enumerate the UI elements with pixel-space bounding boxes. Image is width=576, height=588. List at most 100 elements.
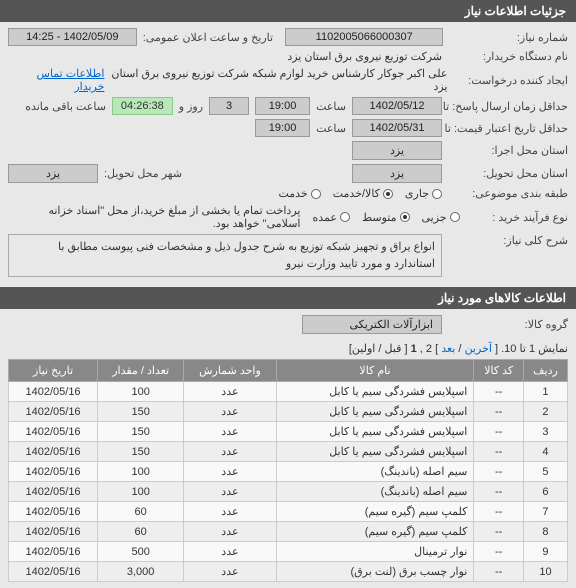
remain-label: ساعت باقی مانده xyxy=(25,100,106,113)
pager-next[interactable]: بعد xyxy=(441,343,455,355)
pub-datetime-value: 1402/05/09 - 14:25 xyxy=(8,28,137,46)
deliv-city-label: شهر محل تحویل: xyxy=(104,167,182,180)
timer: 04:26:38 xyxy=(112,97,173,115)
cell-unit: عدد xyxy=(184,542,276,562)
radio-motavaset[interactable] xyxy=(400,212,410,222)
cell-qty: 100 xyxy=(98,462,184,482)
days-left: 3 xyxy=(209,97,249,115)
cell-name: نوار ترمینال xyxy=(276,542,474,562)
budget-label: طبقه بندی موضوعی: xyxy=(448,187,568,200)
main-desc-label: شرح کلی نیاز: xyxy=(448,234,568,247)
cell-date: 1402/05/16 xyxy=(9,542,98,562)
info-content: شماره نیاز: 1102005066000307 تاریخ و ساع… xyxy=(0,22,576,287)
purchase-radios: جزیی متوسط عمده xyxy=(312,211,459,224)
pub-datetime-label: تاریخ و ساعت اعلان عمومی: xyxy=(143,31,273,44)
purchase-opt3: عمده xyxy=(312,211,336,224)
cell-i: 4 xyxy=(523,442,567,462)
deliv-state-label: استان محل تحویل: xyxy=(448,167,568,180)
table-row: 9--نوار ترمینالعدد5001402/05/16 xyxy=(9,542,568,562)
group-value: ابزارآلات الکتریکی xyxy=(302,315,442,334)
radio-jozi[interactable] xyxy=(450,212,460,222)
cell-name: اسپلایس فشردگی سیم یا کابل xyxy=(276,402,474,422)
cell-i: 5 xyxy=(523,462,567,482)
cell-unit: عدد xyxy=(184,482,276,502)
requester-label: ایجاد کننده درخواست: xyxy=(453,74,568,87)
exec-state: یزد xyxy=(352,141,442,160)
cell-qty: 150 xyxy=(98,422,184,442)
table-row: 6--سیم اصله (باندینگ)عدد1001402/05/16 xyxy=(9,482,568,502)
radio-kala[interactable] xyxy=(383,189,393,199)
cell-unit: عدد xyxy=(184,442,276,462)
cell-qty: 500 xyxy=(98,542,184,562)
cell-unit: عدد xyxy=(184,562,276,582)
budget-radios: جاری کالا/خدمت خدمت xyxy=(278,187,442,200)
radio-jaari[interactable] xyxy=(432,189,442,199)
deadline-date: 1402/05/12 xyxy=(352,97,442,115)
cell-name: کلمپ سیم (گیره سیم) xyxy=(276,502,474,522)
radio-omde[interactable] xyxy=(340,212,350,222)
table-row: 4--اسپلایس فشردگی سیم یا کابلعدد1501402/… xyxy=(9,442,568,462)
purchase-type-label: نوع فرآیند خرید : xyxy=(466,211,568,224)
cell-name: نوار چسب برق (لنت برق) xyxy=(276,562,474,582)
cell-date: 1402/05/16 xyxy=(9,442,98,462)
cell-qty: 100 xyxy=(98,382,184,402)
radio-khedmat[interactable] xyxy=(311,189,321,199)
cell-i: 3 xyxy=(523,422,567,442)
main-desc: انواع یراق و تجهیز شبکه توزیع به شرح جدو… xyxy=(8,234,442,277)
cell-i: 10 xyxy=(523,562,567,582)
cell-qty: 60 xyxy=(98,522,184,542)
table-row: 2--اسپلایس فشردگی سیم یا کابلعدد1501402/… xyxy=(9,402,568,422)
cell-name: اسپلایس فشردگی سیم یا کابل xyxy=(276,442,474,462)
cell-code: -- xyxy=(474,542,524,562)
items-content: گروه کالا: ابزارآلات الکتریکی نمایش 1 تا… xyxy=(0,309,576,588)
cell-qty: 150 xyxy=(98,402,184,422)
cell-qty: 100 xyxy=(98,482,184,502)
pay-note: پرداخت تمام یا بخشی از مبلغ خرید،از محل … xyxy=(8,204,300,230)
budget-opt3: خدمت xyxy=(278,187,307,200)
cell-code: -- xyxy=(474,402,524,422)
day-unit: روز و xyxy=(179,100,203,113)
table-row: 7--کلمپ سیم (گیره سیم)عدد601402/05/16 xyxy=(9,502,568,522)
deliv-state: یزد xyxy=(352,164,442,183)
price-valid-label: حداقل تاریخ اعتبار قیمت: تا تاریخ: xyxy=(448,122,568,135)
cell-name: اسپلایس فشردگی سیم یا کابل xyxy=(276,422,474,442)
cell-name: سیم اصله (باندینگ) xyxy=(276,462,474,482)
pager-last[interactable]: آخرین xyxy=(465,343,492,355)
th-unit: واحد شمارش xyxy=(184,360,276,382)
cell-date: 1402/05/16 xyxy=(9,422,98,442)
table-row: 5--سیم اصله (باندینگ)عدد1001402/05/16 xyxy=(9,462,568,482)
cell-code: -- xyxy=(474,502,524,522)
cell-i: 6 xyxy=(523,482,567,502)
table-row: 3--اسپلایس فشردگی سیم یا کابلعدد1501402/… xyxy=(9,422,568,442)
cell-date: 1402/05/16 xyxy=(9,462,98,482)
deadline-label: حداقل زمان ارسال پاسخ: تا تاریخ: xyxy=(448,100,568,113)
cell-qty: 60 xyxy=(98,502,184,522)
contact-link[interactable]: اطلاعات تماس خریدار xyxy=(8,67,104,93)
th-row: ردیف xyxy=(523,360,567,382)
cell-date: 1402/05/16 xyxy=(9,402,98,422)
table-row: 8--کلمپ سیم (گیره سیم)عدد601402/05/16 xyxy=(9,522,568,542)
th-qty: تعداد / مقدار xyxy=(98,360,184,382)
org-label: نام دستگاه خریدار: xyxy=(448,50,568,63)
cell-unit: عدد xyxy=(184,462,276,482)
cell-date: 1402/05/16 xyxy=(9,522,98,542)
cell-unit: عدد xyxy=(184,382,276,402)
cell-name: اسپلایس فشردگی سیم یا کابل xyxy=(276,382,474,402)
th-name: نام کالا xyxy=(276,360,474,382)
items-table: ردیف کد کالا نام کالا واحد شمارش تعداد /… xyxy=(8,359,568,582)
exec-state-label: استان محل اجرا: xyxy=(448,144,568,157)
cell-code: -- xyxy=(474,522,524,542)
price-valid-date: 1402/05/31 xyxy=(352,119,442,137)
deadline-time-label: ساعت xyxy=(316,100,346,113)
cell-code: -- xyxy=(474,462,524,482)
pager-text-c: [ قبل / اولین] xyxy=(349,343,408,355)
group-label: گروه کالا: xyxy=(448,318,568,331)
requester-value: علی اکبر جوکار کارشناس خرید لوازم شبکه ش… xyxy=(110,67,447,93)
cell-date: 1402/05/16 xyxy=(9,502,98,522)
cell-qty: 150 xyxy=(98,442,184,462)
cell-qty: 3,000 xyxy=(98,562,184,582)
org-value: شرکت توزیع نیروی برق استان یزد xyxy=(287,50,442,63)
price-valid-time: 19:00 xyxy=(255,119,310,137)
cell-unit: عدد xyxy=(184,402,276,422)
info-section-header: جزئیات اطلاعات نیاز xyxy=(0,0,576,22)
